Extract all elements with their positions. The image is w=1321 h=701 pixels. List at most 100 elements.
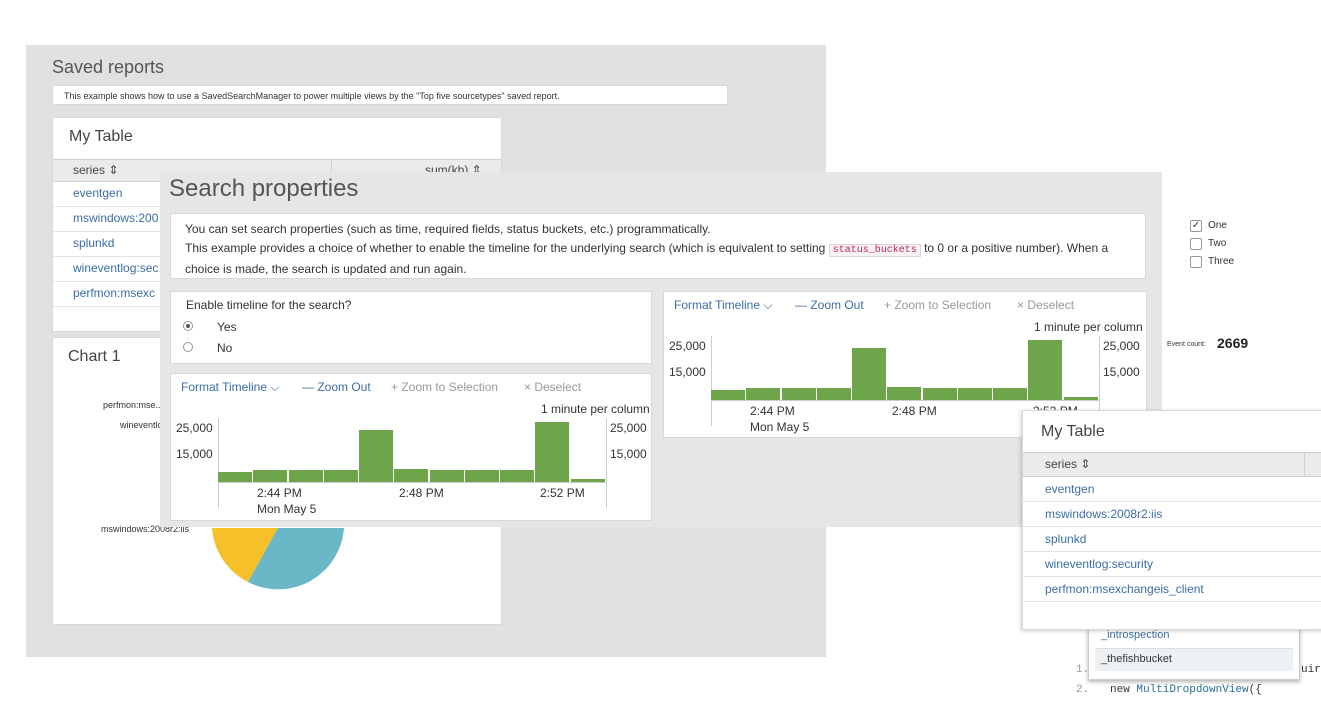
radio-no[interactable] bbox=[183, 342, 193, 352]
timeline-bar[interactable] bbox=[887, 387, 922, 400]
timeline-bar[interactable] bbox=[289, 470, 324, 482]
table-row[interactable]: eventgen bbox=[1023, 476, 1321, 502]
date-label: Mon May 5 bbox=[257, 502, 317, 516]
checkbox-label[interactable]: Two bbox=[1208, 238, 1226, 249]
column-series[interactable]: series ⇕ bbox=[1045, 457, 1090, 471]
timeline-bar[interactable] bbox=[993, 388, 1028, 400]
y-tick-left: 25,000 bbox=[669, 339, 706, 353]
row-label[interactable]: perfmon:msexc bbox=[73, 286, 155, 300]
table-row[interactable]: wineventlog:security bbox=[1023, 551, 1321, 577]
timeline-bar[interactable] bbox=[324, 470, 359, 482]
code-identifier: MultiDropdownView bbox=[1136, 684, 1249, 696]
y-tick-right: 15,000 bbox=[1103, 365, 1140, 379]
timeline-bar[interactable] bbox=[465, 470, 500, 482]
timeline-bar[interactable] bbox=[535, 422, 570, 482]
table-row[interactable]: perfmon:msexchangeis_client bbox=[1023, 576, 1321, 602]
x-tick: 2:44 PM bbox=[750, 404, 795, 418]
y-tick-left: 15,000 bbox=[176, 447, 213, 461]
my-table-2-panel: My Table series ⇕ eventgen mswindows:200… bbox=[1022, 410, 1321, 630]
dropdown-item[interactable]: _introspection bbox=[1101, 629, 1170, 641]
desc-line-1: You can set search properties (such as t… bbox=[185, 222, 711, 236]
y-tick-left: 25,000 bbox=[176, 421, 213, 435]
deselect-button[interactable]: × Deselect bbox=[524, 380, 581, 394]
timeline-bar[interactable] bbox=[958, 388, 993, 400]
row-label[interactable]: splunkd bbox=[1045, 532, 1086, 546]
timeline-question: Enable timeline for the search? bbox=[186, 298, 352, 312]
desc-text: This example provides a choice of whethe… bbox=[185, 241, 826, 255]
date-year: 2014 bbox=[257, 518, 284, 520]
axis-line bbox=[711, 400, 1099, 401]
x-tick: 2:44 PM bbox=[257, 486, 302, 500]
radio-yes[interactable] bbox=[183, 321, 193, 331]
checkbox-two[interactable] bbox=[1190, 238, 1202, 250]
zoom-to-selection-button[interactable]: + Zoom to Selection bbox=[884, 298, 991, 312]
desc-text: to 0 or a positive number). When a bbox=[924, 241, 1109, 255]
timeline-bar[interactable] bbox=[571, 479, 606, 482]
timeline-bar[interactable] bbox=[218, 472, 253, 482]
column-series[interactable]: series ⇕ bbox=[73, 163, 118, 177]
desc-line-3: choice is made, the search is updated an… bbox=[185, 262, 467, 276]
dropdown-item-highlight[interactable]: _thefishbucket bbox=[1095, 648, 1293, 671]
timeline-bar[interactable] bbox=[1064, 397, 1099, 400]
timeline-bar[interactable] bbox=[746, 388, 781, 400]
x-tick: 2:52 PM bbox=[540, 486, 585, 500]
timeline-bar[interactable] bbox=[782, 388, 817, 400]
multi-dropdown-list: _introspection _thefishbucket bbox=[1088, 622, 1300, 680]
timeline-bar[interactable] bbox=[253, 470, 288, 482]
zoom-out-button[interactable]: — Zoom Out bbox=[795, 298, 864, 312]
row-label[interactable]: splunkd bbox=[73, 236, 114, 250]
timeline-bar[interactable] bbox=[394, 469, 429, 482]
checkbox-one[interactable]: ✓ bbox=[1190, 220, 1202, 232]
timeline-bar[interactable] bbox=[923, 388, 958, 400]
timeline-bar[interactable] bbox=[430, 470, 465, 482]
timeline-bars[interactable] bbox=[218, 418, 606, 482]
row-label[interactable]: wineventlog:sec bbox=[73, 261, 158, 275]
checkbox-label[interactable]: One bbox=[1208, 220, 1227, 231]
chart1-title: Chart 1 bbox=[68, 348, 121, 365]
axis-line bbox=[606, 418, 607, 508]
x-tick: 2:48 PM bbox=[399, 486, 444, 500]
timeline-bar[interactable] bbox=[852, 348, 887, 400]
dropdown-item-label[interactable]: _thefishbucket bbox=[1101, 653, 1172, 665]
row-label[interactable]: mswindows:200 bbox=[73, 211, 158, 225]
timeline-panel: Format Timeline ⌵ — Zoom Out + Zoom to S… bbox=[170, 373, 652, 521]
table-header: series ⇕ bbox=[1023, 452, 1321, 477]
row-label[interactable]: perfmon:msexchangeis_client bbox=[1045, 582, 1204, 596]
radio-no-label[interactable]: No bbox=[217, 341, 232, 355]
timeline-bar[interactable] bbox=[711, 390, 746, 400]
x-tick: 2:48 PM bbox=[892, 404, 937, 418]
timeline-bar[interactable] bbox=[359, 430, 394, 482]
radio-yes-label[interactable]: Yes bbox=[217, 320, 237, 334]
search-properties-description: You can set search properties (such as t… bbox=[170, 213, 1146, 279]
row-label[interactable]: mswindows:2008r2:iis bbox=[1045, 507, 1162, 521]
y-tick-right: 25,000 bbox=[1103, 339, 1140, 353]
table-row[interactable]: splunkd bbox=[1023, 526, 1321, 552]
row-label[interactable]: wineventlog:security bbox=[1045, 557, 1153, 571]
table-row[interactable]: mswindows:2008r2:iis bbox=[1023, 501, 1321, 527]
saved-reports-title: Saved reports bbox=[52, 57, 165, 77]
code-line: new MultiDropdownView({ bbox=[1110, 684, 1262, 696]
axis-line bbox=[218, 482, 606, 483]
checkbox-label[interactable]: Three bbox=[1208, 256, 1234, 267]
timeline-bar[interactable] bbox=[817, 388, 852, 400]
timeline-bars[interactable] bbox=[711, 336, 1099, 400]
y-tick-left: 15,000 bbox=[669, 365, 706, 379]
my-table-title: My Table bbox=[69, 128, 133, 145]
row-label[interactable]: eventgen bbox=[73, 186, 122, 200]
format-timeline-button[interactable]: Format Timeline ⌵ bbox=[181, 380, 279, 395]
format-timeline-button[interactable]: Format Timeline ⌵ bbox=[674, 298, 772, 313]
date-label: Mon May 5 bbox=[750, 420, 810, 434]
code-keyword: new bbox=[1110, 684, 1137, 696]
deselect-button[interactable]: × Deselect bbox=[1017, 298, 1074, 312]
row-label[interactable]: eventgen bbox=[1045, 482, 1094, 496]
search-properties-title: Search properties bbox=[169, 175, 359, 202]
y-tick-right: 15,000 bbox=[610, 447, 647, 461]
timeline-bar[interactable] bbox=[500, 470, 535, 482]
checkbox-three[interactable] bbox=[1190, 256, 1202, 268]
zoom-to-selection-button[interactable]: + Zoom to Selection bbox=[391, 380, 498, 394]
zoom-out-button[interactable]: — Zoom Out bbox=[302, 380, 371, 394]
event-count-value: 2669 bbox=[1217, 335, 1249, 351]
checkbox-group: ✓ One Two Three bbox=[1190, 219, 1260, 273]
saved-reports-description: This example shows how to use a SavedSea… bbox=[52, 85, 728, 105]
timeline-bar[interactable] bbox=[1028, 340, 1063, 400]
